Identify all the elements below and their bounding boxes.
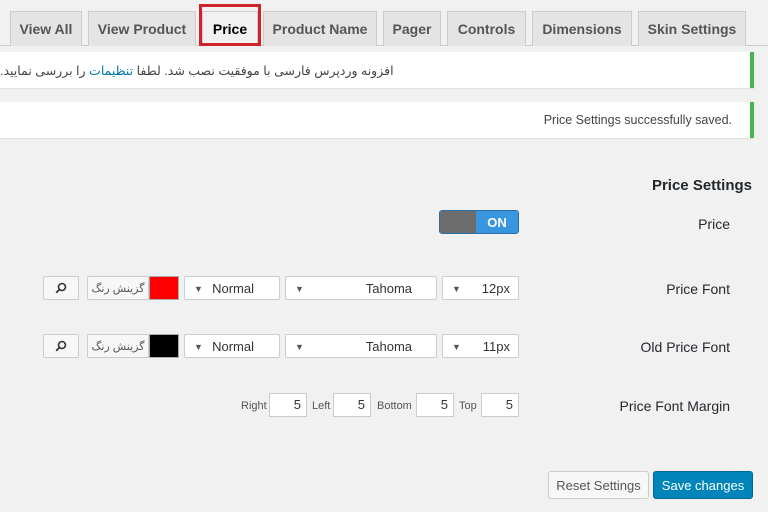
price-font-weight-value: Normal bbox=[212, 280, 254, 296]
margin-top-input[interactable]: 5 bbox=[481, 393, 519, 417]
price-font-size-value: 12px bbox=[481, 280, 510, 296]
old-price-font-weight-value: Normal bbox=[212, 338, 254, 354]
chevron-down-icon: ▼ bbox=[295, 284, 304, 294]
tab-controls[interactable]: Controls bbox=[447, 11, 526, 46]
toggle-off-side bbox=[440, 211, 476, 233]
old-price-font-size-value: 11px bbox=[482, 338, 510, 354]
margin-left-label: Left bbox=[312, 400, 331, 412]
search-icon bbox=[55, 282, 67, 294]
price-label: Price bbox=[698, 216, 730, 232]
price-font-margin-label: Price Font Margin bbox=[619, 398, 730, 414]
search-icon bbox=[55, 340, 67, 352]
reset-settings-button[interactable]: Reset Settings bbox=[548, 471, 649, 499]
price-font-size-select[interactable]: ▼ 12px bbox=[442, 276, 519, 300]
notice-prefix: افزونه وردپرس فارسی با موفقیت نصب شد. لط… bbox=[136, 63, 394, 78]
chevron-down-icon: ▼ bbox=[194, 284, 203, 294]
notice-suffix: را بررسی نمایید. bbox=[0, 63, 86, 78]
tab-bar: View All View Product Price Product Name… bbox=[0, 0, 768, 47]
section-title: Price Settings bbox=[651, 177, 752, 194]
margin-right-label: Right bbox=[241, 400, 267, 412]
tab-product-name[interactable]: Product Name bbox=[263, 11, 377, 46]
old-price-font-label: Old Price Font bbox=[640, 339, 730, 355]
old-price-font-search-button[interactable] bbox=[43, 334, 79, 358]
tab-view-product[interactable]: View Product bbox=[88, 11, 196, 46]
price-font-family-value: Tahoma bbox=[365, 280, 412, 296]
plugin-notice: افزونه وردپرس فارسی با موفقیت نصب شد. لط… bbox=[0, 52, 754, 88]
tab-dimensions[interactable]: Dimensions bbox=[532, 11, 632, 46]
margin-right-input[interactable]: 5 bbox=[269, 393, 307, 417]
saved-notice: Price Settings successfully saved. bbox=[0, 102, 754, 138]
old-price-font-family-select[interactable]: ▼ Tahoma bbox=[285, 334, 437, 358]
price-font-label: Price Font bbox=[666, 281, 730, 297]
margin-top-label: Top bbox=[459, 400, 477, 412]
old-price-font-family-value: Tahoma bbox=[365, 338, 412, 354]
save-changes-button[interactable]: Save changes bbox=[653, 471, 753, 499]
tab-skin-settings[interactable]: Skin Settings bbox=[638, 11, 746, 46]
toggle-on-label: ON bbox=[476, 211, 518, 233]
tab-view-all[interactable]: View All bbox=[10, 11, 82, 46]
chevron-down-icon: ▼ bbox=[452, 284, 461, 294]
price-font-search-button[interactable] bbox=[43, 276, 79, 300]
margin-left-input[interactable]: 5 bbox=[333, 393, 371, 417]
price-font-color-swatch[interactable] bbox=[149, 276, 179, 300]
price-font-family-select[interactable]: ▼ Tahoma bbox=[285, 276, 437, 300]
margin-bottom-input[interactable]: 5 bbox=[416, 393, 454, 417]
price-toggle[interactable]: ON bbox=[439, 210, 519, 234]
price-font-weight-select[interactable]: ▼ Normal bbox=[184, 276, 280, 300]
old-price-font-color-button[interactable]: گزینش رنگ bbox=[87, 334, 149, 358]
notice-settings-link[interactable]: تنظیمات bbox=[89, 63, 133, 78]
old-price-font-weight-select[interactable]: ▼ Normal bbox=[184, 334, 280, 358]
chevron-down-icon: ▼ bbox=[295, 342, 304, 352]
saved-message: Price Settings successfully saved. bbox=[543, 113, 732, 127]
old-price-font-size-select[interactable]: ▼ 11px bbox=[442, 334, 519, 358]
tab-pager[interactable]: Pager bbox=[383, 11, 441, 46]
tab-price[interactable]: Price bbox=[202, 11, 258, 47]
price-font-color-button[interactable]: گزینش رنگ bbox=[87, 276, 149, 300]
old-price-font-color-swatch[interactable] bbox=[149, 334, 179, 358]
chevron-down-icon: ▼ bbox=[194, 342, 203, 352]
chevron-down-icon: ▼ bbox=[452, 342, 461, 352]
margin-bottom-label: Bottom bbox=[377, 400, 412, 412]
